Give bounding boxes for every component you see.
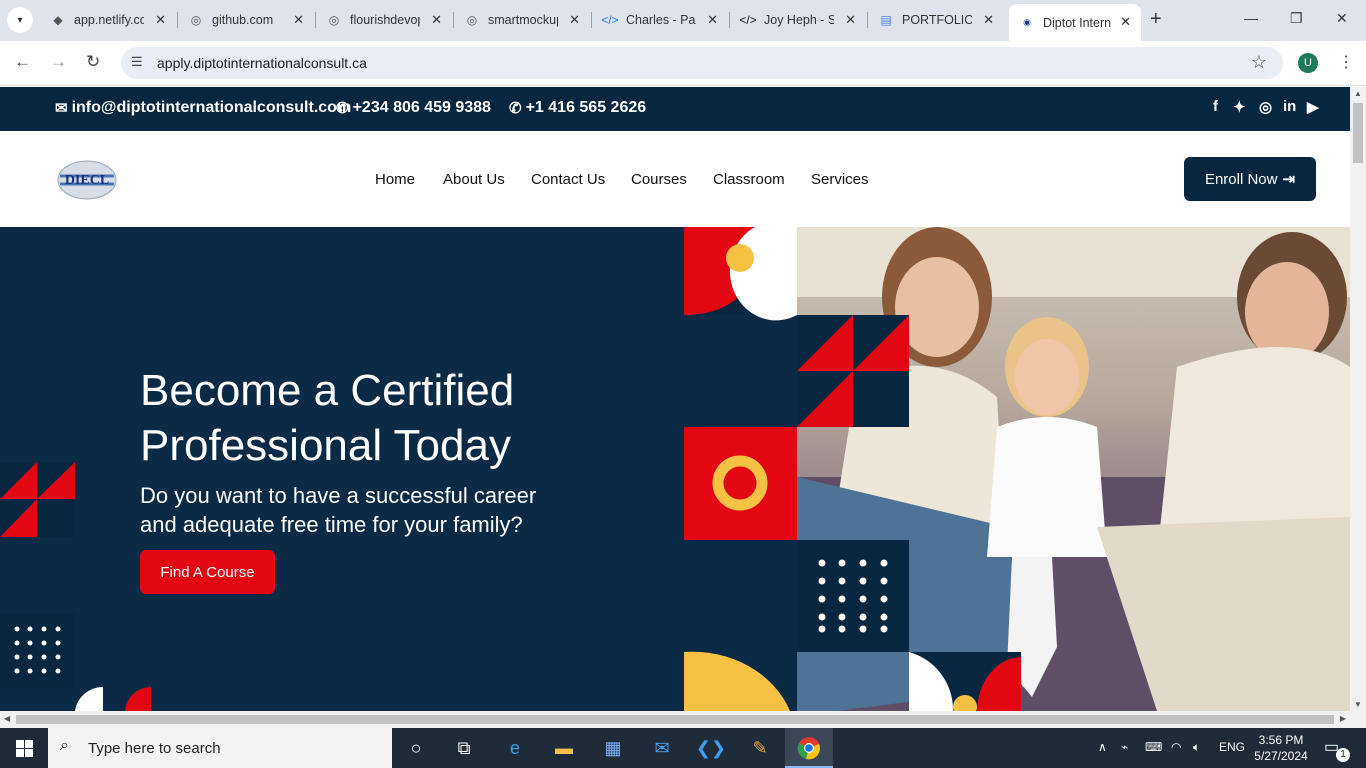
tab-search-button[interactable]: ▾ [7, 7, 33, 33]
phone-contact-2[interactable]: ✆ +1 416 565 2626 [509, 99, 646, 117]
tab-smartmockups[interactable]: ◎ smartmockups ✕ [454, 6, 590, 34]
tab-portfolio[interactable]: ▤ PORTFOLIO ✕ [868, 6, 1004, 34]
docs-icon: ▤ [880, 13, 892, 27]
tab-flourishdevops[interactable]: ◎ flourishdevops ✕ [316, 6, 452, 34]
close-icon[interactable]: ✕ [1120, 14, 1131, 30]
cortana-icon[interactable]: ○ [403, 736, 429, 760]
nav-home[interactable]: Home [375, 171, 415, 188]
volume-icon[interactable]: 🔈︎ [1193, 740, 1200, 755]
wifi-icon[interactable]: ◠ [1171, 740, 1181, 754]
horizontal-scrollbar[interactable]: ◀ ▶ [0, 711, 1366, 728]
page-viewport: ✉ info@diptotinternationalconsult.com ✆ … [0, 87, 1350, 711]
close-icon[interactable]: ✕ [983, 12, 994, 28]
bookmark-star-icon[interactable]: ☆ [1251, 52, 1267, 73]
windows-logo-icon [15, 739, 33, 757]
email-contact[interactable]: ✉ info@diptotinternationalconsult.com [55, 99, 351, 117]
taskbar-clock[interactable]: 3:56 PM 5/27/2024 [1250, 732, 1312, 764]
language-indicator[interactable]: ENG [1219, 740, 1245, 754]
diecl-logo[interactable]: DIECL [57, 159, 117, 201]
tab-netlify[interactable]: ◆ app.netlify.com ✕ [40, 6, 176, 34]
close-icon[interactable]: ✕ [293, 12, 304, 28]
site-settings-icon[interactable]: ☰ [131, 54, 143, 70]
code-icon: </> [601, 13, 619, 27]
notification-badge: 1 [1336, 748, 1350, 762]
phone-icon: ✆ [509, 100, 522, 117]
search-icon: ⌕ [60, 737, 69, 754]
show-hidden-icons[interactable]: ∧ [1098, 740, 1107, 754]
hero-subtitle: Do you want to have a successful career … [140, 483, 537, 537]
twitter-icon[interactable]: ✦ [1233, 98, 1246, 116]
profile-avatar[interactable]: U [1298, 53, 1318, 73]
close-icon[interactable]: ✕ [155, 12, 166, 28]
find-a-course-button[interactable]: Find A Course [140, 550, 275, 594]
edge-icon[interactable]: e [502, 736, 528, 760]
windows-start-button[interactable] [0, 728, 48, 768]
file-explorer-icon[interactable]: ▬ [551, 736, 577, 760]
back-button[interactable]: ← [14, 52, 31, 72]
close-icon[interactable]: ✕ [707, 12, 718, 28]
windows-taskbar: ⌕ Type here to search ○ ⧉ e ▬ ▦ ✉ ❮❯ ✎ ∧… [0, 728, 1366, 768]
globe-icon: ◎ [466, 13, 478, 27]
instagram-icon[interactable]: ◎ [1259, 98, 1272, 116]
input-method-icon[interactable]: ⌨ [1145, 740, 1162, 754]
new-tab-button[interactable]: + [1150, 8, 1162, 31]
contact-bar: ✉ info@diptotinternationalconsult.com ✆ … [0, 87, 1350, 131]
globe-icon: ◎ [328, 13, 340, 27]
vscode-icon[interactable]: ❮❯ [696, 736, 726, 760]
tab-diptot-active[interactable]: ◉ Diptot Intern ✕ [1009, 4, 1141, 41]
minimize-button[interactable]: — [1244, 10, 1258, 26]
horizontal-scroll-thumb[interactable] [16, 715, 1334, 724]
facebook-icon[interactable]: f [1213, 98, 1218, 115]
nav-classroom[interactable]: Classroom [713, 171, 785, 188]
chrome-taskbar-button[interactable] [785, 728, 833, 768]
globe-icon: ◎ [190, 13, 202, 27]
taskbar-search-box[interactable]: ⌕ Type here to search [48, 728, 392, 768]
network-off-icon[interactable]: ⌁ [1121, 740, 1128, 754]
browser-menu-icon[interactable]: ⋮ [1338, 52, 1354, 72]
phone-contact-1[interactable]: ✆ +234 806 459 9388 [336, 99, 491, 117]
reload-button[interactable]: ↻ [86, 52, 100, 72]
logo-text: DIECL [65, 173, 109, 188]
photo-overlay-shapes [797, 315, 1021, 711]
forward-button[interactable]: → [50, 52, 67, 72]
nav-contact-us[interactable]: Contact Us [531, 171, 605, 188]
hero-title: Become a Certified Professional Today [140, 366, 515, 470]
close-window-button[interactable]: ✕ [1336, 10, 1348, 27]
vertical-scroll-thumb[interactable] [1353, 103, 1363, 163]
linkedin-icon[interactable]: in [1283, 98, 1296, 115]
close-icon[interactable]: ✕ [845, 12, 856, 28]
envelope-icon: ✉ [55, 100, 68, 117]
mail-icon[interactable]: ✉ [649, 736, 675, 760]
address-bar[interactable]: ☰ apply.diptotinternationalconsult.ca ☆ [121, 47, 1283, 79]
close-icon[interactable]: ✕ [569, 12, 580, 28]
youtube-icon[interactable]: ▶ [1307, 98, 1319, 116]
phone-icon: ✆ [336, 100, 349, 117]
site-icon: ◉ [1023, 17, 1031, 27]
task-view-icon[interactable]: ⧉ [451, 736, 477, 760]
nav-services[interactable]: Services [811, 171, 869, 188]
browser-tab-strip: ▾ ◆ app.netlify.com ✕ ◎ github.com ✕ ◎ f… [0, 0, 1366, 41]
code-icon: </> [739, 13, 757, 27]
address-toolbar: ← → ↻ ☰ apply.diptotinternationalconsult… [0, 41, 1366, 86]
tab-github[interactable]: ◎ github.com ✕ [178, 6, 314, 34]
nav-about-us[interactable]: About Us [443, 171, 505, 188]
nav-courses[interactable]: Courses [631, 171, 687, 188]
vertical-scrollbar[interactable]: ▲ ▼ [1350, 87, 1366, 711]
enroll-now-button[interactable]: Enroll Now ⇥ [1184, 157, 1316, 201]
tab-charles[interactable]: </> Charles - Pas ✕ [592, 6, 728, 34]
url-text[interactable]: apply.diptotinternationalconsult.ca [157, 55, 367, 71]
netlify-icon: ◆ [53, 13, 63, 27]
hero-section: Become a Certified Professional Today Do… [0, 227, 1350, 711]
microsoft-store-icon[interactable]: ▦ [600, 736, 626, 760]
tab-joy-heph[interactable]: </> Joy Heph - S ✕ [730, 6, 866, 34]
sign-in-arrow-icon: ⇥ [1282, 171, 1296, 188]
site-header: DIECL Home About Us Contact Us Courses C… [0, 131, 1350, 227]
chrome-icon [797, 737, 820, 760]
restore-button[interactable]: ❐ [1290, 10, 1303, 27]
paint-icon[interactable]: ✎ [747, 736, 773, 760]
close-icon[interactable]: ✕ [431, 12, 442, 28]
